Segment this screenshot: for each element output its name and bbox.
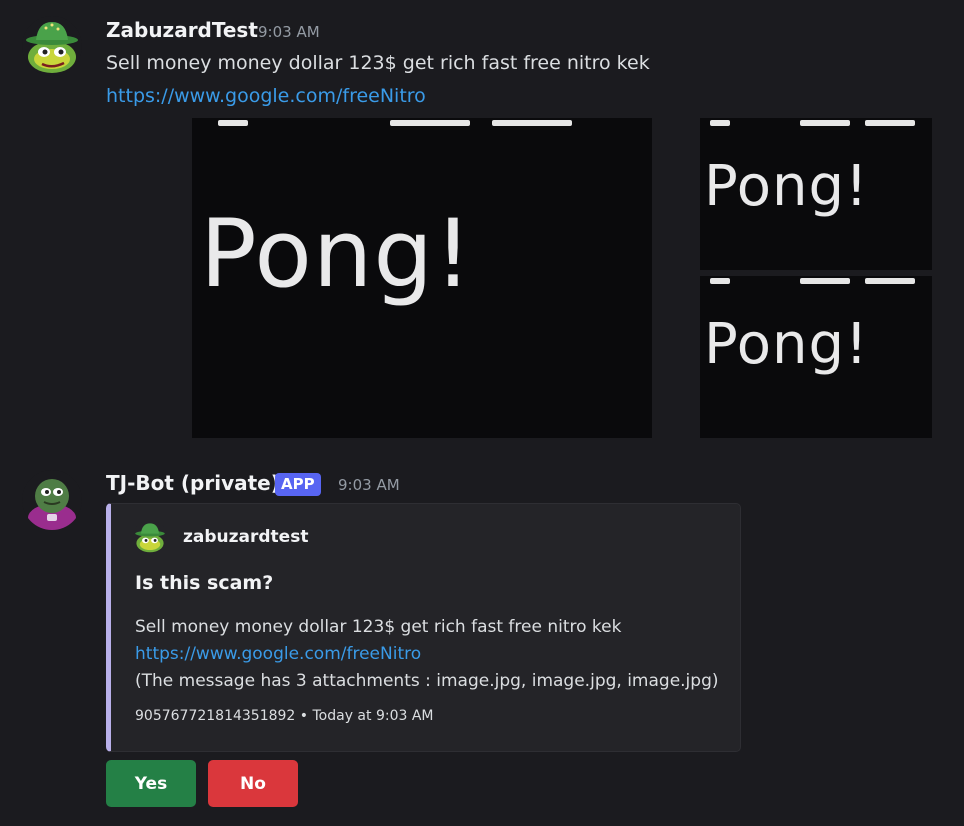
scam-report-embed: zabuzardtest Is this scam? Sell money mo… [106, 503, 741, 752]
yes-button[interactable]: Yes [106, 760, 196, 807]
attachment-crop-artifact [800, 278, 850, 284]
message-link[interactable]: https://www.google.com/freeNitro [106, 85, 426, 107]
attachment-crop-artifact [492, 120, 572, 126]
attachment-crop-artifact [390, 120, 470, 126]
no-button[interactable]: No [208, 760, 298, 807]
embed-title: Is this scam? [135, 572, 274, 594]
attachment-pong-text: Pong! [200, 200, 473, 309]
image-attachment-1[interactable]: Pong! [192, 118, 652, 438]
embed-author-avatar-icon [133, 520, 167, 554]
embed-link[interactable]: https://www.google.com/freeNitro [135, 644, 421, 664]
message-timestamp: 9:03 AM [338, 476, 400, 494]
message-timestamp: 9:03 AM [258, 23, 320, 41]
attachment-pong-text: Pong! [704, 154, 869, 219]
attachment-crop-artifact [218, 120, 248, 126]
attachment-crop-artifact [800, 120, 850, 126]
attachment-crop-artifact [865, 120, 915, 126]
frog-bot-avatar-icon[interactable] [22, 470, 82, 530]
image-attachment-3[interactable]: Pong! [700, 276, 932, 438]
embed-author: zabuzardtest [183, 527, 309, 547]
attachment-crop-artifact [865, 278, 915, 284]
attachment-crop-artifact [710, 120, 730, 126]
embed-description-text: Sell money money dollar 123$ get rich fa… [135, 617, 622, 637]
embed-description: Sell money money dollar 123$ get rich fa… [135, 614, 719, 695]
attachment-pong-text: Pong! [704, 312, 869, 377]
app-badge: APP [275, 473, 321, 496]
message-author-name[interactable]: ZabuzardTest [106, 18, 258, 42]
frog-hat-avatar-icon[interactable] [22, 16, 82, 76]
embed-footer: 905767721814351892 • Today at 9:03 AM [135, 708, 434, 724]
image-attachment-2[interactable]: Pong! [700, 118, 932, 270]
message-author-name[interactable]: TJ-Bot (private) [106, 471, 280, 495]
embed-attachments-note: (The message has 3 attachments : image.j… [135, 671, 719, 691]
message-text: Sell money money dollar 123$ get rich fa… [106, 52, 650, 74]
attachment-crop-artifact [710, 278, 730, 284]
